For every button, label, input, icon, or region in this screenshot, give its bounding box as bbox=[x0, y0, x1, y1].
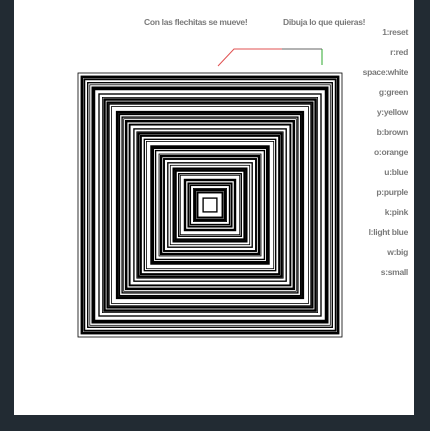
spiral-stroke bbox=[80, 75, 340, 335]
spiral-stroke bbox=[121, 116, 299, 294]
spiral-stroke bbox=[163, 158, 257, 252]
key-light-blue: l:light blue bbox=[368, 227, 409, 237]
spiral-stroke bbox=[193, 188, 227, 222]
key-big: w:big bbox=[387, 247, 408, 257]
key-purple: p:purple bbox=[376, 187, 408, 197]
spiral-stroke bbox=[154, 149, 266, 261]
drawing-canvas[interactable]: Con las flechitas se mueve! Dibuja lo qu… bbox=[14, 0, 414, 415]
spiral-stroke bbox=[98, 93, 322, 317]
key-pink: k:pink bbox=[384, 207, 409, 217]
spiral-stroke bbox=[91, 86, 329, 324]
bottom-bar bbox=[14, 415, 414, 431]
spiral-stroke bbox=[150, 145, 270, 265]
spiral-stroke bbox=[183, 178, 237, 232]
spiral-stroke bbox=[123, 118, 297, 292]
spiral-stroke bbox=[169, 164, 251, 246]
key-green: g:green bbox=[378, 87, 408, 97]
key-small: s:small bbox=[380, 267, 409, 277]
key-orange: o:orange bbox=[374, 147, 408, 157]
spiral-stroke bbox=[103, 98, 317, 312]
key-brown: b:brown bbox=[376, 127, 409, 137]
key-legend: 1:reset r:red space:white g:green y:yell… bbox=[308, 27, 409, 287]
key-red: r:red bbox=[390, 47, 408, 57]
spiral-stroke bbox=[102, 97, 318, 313]
key-blue: u:blue bbox=[384, 167, 408, 177]
spiral-stroke bbox=[189, 184, 231, 226]
preview-red-stroke bbox=[217, 48, 282, 67]
spiral-stroke bbox=[202, 197, 218, 213]
spiral-stroke bbox=[133, 128, 287, 282]
key-yellow: y:yellow bbox=[376, 107, 408, 117]
spiral-stroke bbox=[196, 191, 224, 219]
spiral-stroke bbox=[87, 82, 333, 328]
key-white: space:white bbox=[362, 67, 409, 77]
spiral-stroke bbox=[145, 140, 275, 270]
key-reset: 1:reset bbox=[382, 27, 408, 37]
